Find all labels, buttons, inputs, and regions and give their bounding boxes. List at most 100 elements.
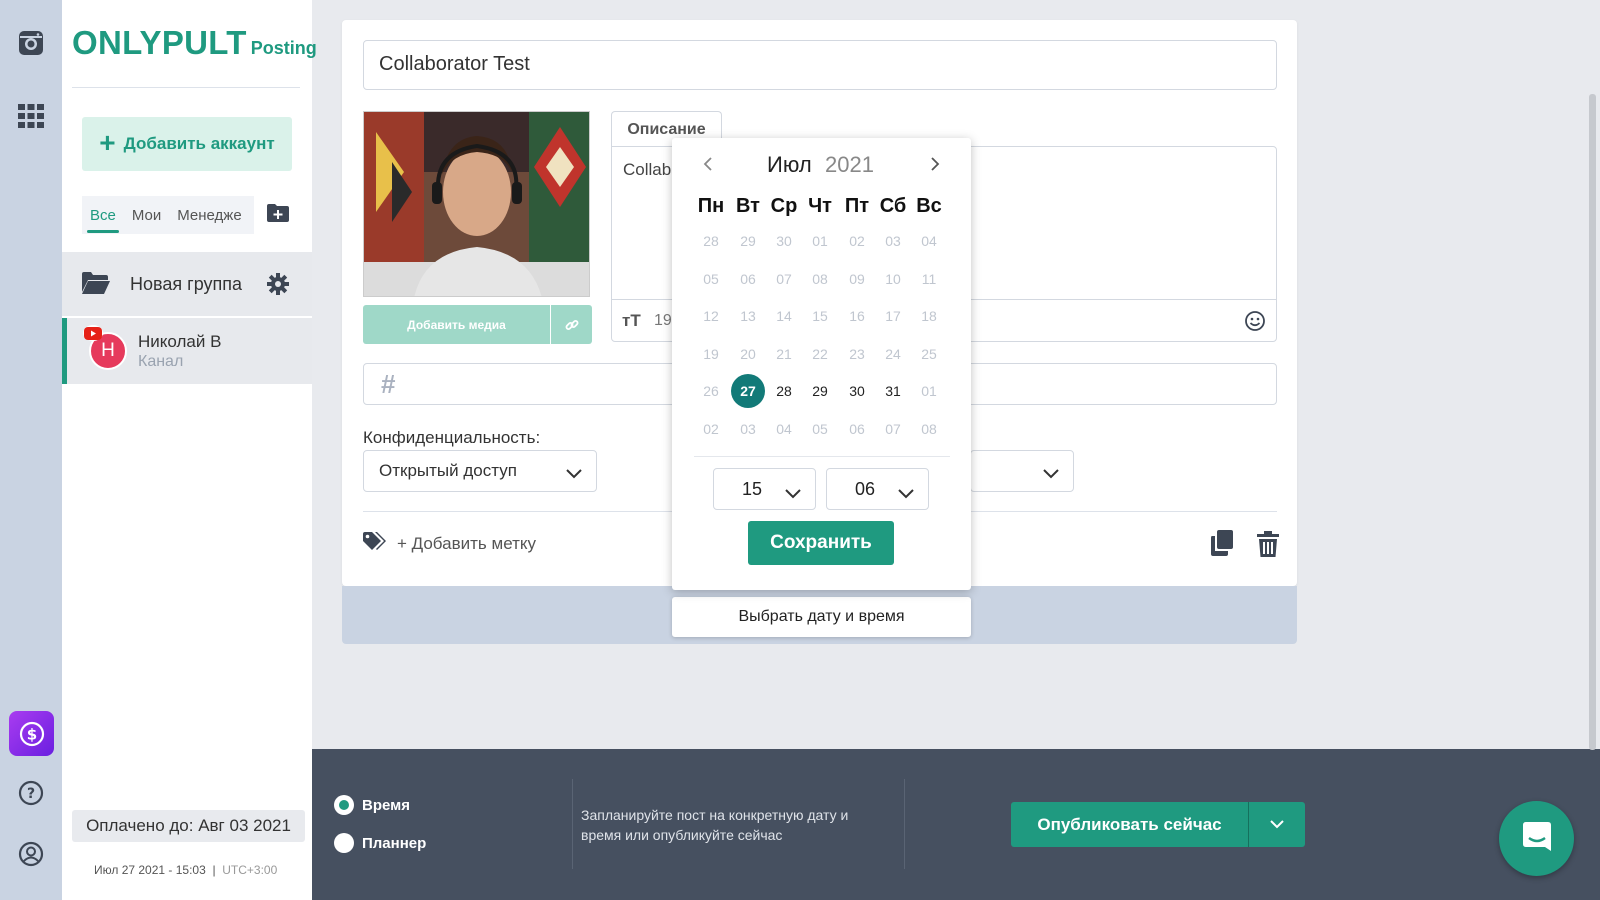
category-select[interactable] xyxy=(970,450,1074,492)
add-tag-link[interactable]: + Добавить метку xyxy=(397,534,536,554)
calendar-day: 08 xyxy=(921,420,937,437)
account-name: Николай В xyxy=(138,332,222,351)
divider xyxy=(904,779,905,869)
calendar-day: 03 xyxy=(885,233,901,249)
group-label: Новая группа xyxy=(130,274,243,294)
add-tag-row[interactable]: + Добавить метку xyxy=(363,531,536,557)
trash-icon[interactable] xyxy=(1257,531,1279,557)
tab-all[interactable]: Все xyxy=(87,207,119,233)
calendar-day: 10 xyxy=(885,270,901,287)
radio-dot xyxy=(334,795,354,815)
gear-icon[interactable] xyxy=(267,273,289,300)
current-datetime: Июл 27 2021 - 15:03 | UTC+3:00 xyxy=(94,863,278,877)
calendar-day-selected[interactable]: 27 xyxy=(731,374,765,408)
hashtag-symbol: # xyxy=(381,369,396,399)
folder-add-icon[interactable] xyxy=(267,204,289,222)
calendar-day: 29 xyxy=(740,233,756,249)
publish-button-group: Опубликовать сейчас xyxy=(1011,802,1305,847)
calendar-day: 04 xyxy=(921,233,937,249)
calendar-day: 03 xyxy=(740,420,756,437)
calendar-day: 05 xyxy=(812,420,828,437)
calendar-day[interactable]: 30 xyxy=(840,374,874,408)
calendar-year[interactable]: 2021 xyxy=(825,152,874,178)
help-icon[interactable]: ? xyxy=(15,777,47,809)
paid-until: Оплачено до: Авг 03 2021 xyxy=(72,810,305,842)
privacy-value: Открытый доступ xyxy=(379,461,517,480)
folder-icon xyxy=(82,272,110,299)
add-media-button[interactable]: Добавить медиа xyxy=(363,305,551,344)
scrollbar[interactable] xyxy=(1589,94,1596,750)
char-count: 19 xyxy=(654,312,672,329)
calendar-day: 23 xyxy=(849,345,865,362)
account-row[interactable]: Н Николай В Канал xyxy=(62,318,312,384)
minute-select[interactable]: 06 xyxy=(826,468,929,510)
calendar-day[interactable]: 28 xyxy=(767,374,801,408)
calendar-day: 24 xyxy=(885,345,901,362)
calendar-day: 05 xyxy=(703,270,719,287)
video-thumbnail[interactable] xyxy=(363,111,590,297)
tab-managers[interactable]: Менедже xyxy=(177,207,241,224)
copy-icon[interactable] xyxy=(1210,530,1234,556)
chevron-down-icon xyxy=(566,464,582,484)
chevron-left-icon[interactable] xyxy=(700,156,716,172)
publish-now-button[interactable]: Опубликовать сейчас xyxy=(1011,802,1249,847)
svg-text:?: ? xyxy=(27,786,35,802)
calendar-day: 20 xyxy=(740,345,756,362)
chevron-down-icon xyxy=(1043,464,1059,484)
svg-text:$: $ xyxy=(26,725,36,743)
choose-datetime-button[interactable]: Выбрать дату и время xyxy=(672,597,971,637)
link-icon[interactable] xyxy=(551,305,592,344)
calendar-day: 25 xyxy=(921,345,937,362)
calendar-day: 06 xyxy=(849,420,865,437)
calendar-day: 18 xyxy=(921,308,937,324)
title-input[interactable]: Collaborator Test xyxy=(363,40,1277,90)
profile-icon[interactable] xyxy=(15,838,47,870)
calendar-day: 12 xyxy=(703,308,719,324)
account-type: Канал xyxy=(138,353,184,370)
sidebar: ONLYPULT Posting + Добавить аккаунт Все … xyxy=(62,0,317,900)
dollar-icon[interactable]: $ xyxy=(9,711,54,756)
calendar-day: 04 xyxy=(776,420,792,437)
tab-mine[interactable]: Мои xyxy=(132,207,161,224)
calendar-day: 17 xyxy=(885,308,901,324)
description-text: Collab xyxy=(623,160,672,179)
add-account-button[interactable]: + Добавить аккаунт xyxy=(82,117,292,171)
weekday-header: Вт xyxy=(736,195,760,217)
date-picker: Июл 2021 Пн Вт Ср Чт Пт Сб Вс 28 29 30 01 02 03 04 05… xyxy=(672,138,971,590)
divider xyxy=(572,779,573,869)
apps-grid-icon[interactable] xyxy=(15,100,47,132)
calendar-day: 01 xyxy=(812,233,828,249)
instagram-icon[interactable] xyxy=(15,27,47,59)
radio-planner[interactable]: Планнер xyxy=(334,833,426,853)
privacy-select[interactable]: Открытый доступ xyxy=(363,450,597,492)
group-row[interactable]: Новая группа xyxy=(62,252,312,316)
calendar-day: 07 xyxy=(885,420,901,437)
logo[interactable]: ONLYPULT Posting xyxy=(72,24,317,62)
smile-icon[interactable] xyxy=(1244,310,1266,332)
calendar-day: 08 xyxy=(812,270,828,287)
youtube-icon xyxy=(83,325,103,341)
text-size-icon[interactable]: тT xyxy=(622,311,641,331)
calendar-month: Июл xyxy=(767,152,812,177)
hour-select[interactable]: 15 xyxy=(713,468,816,510)
divider xyxy=(694,456,950,457)
calendar-day: 14 xyxy=(776,308,792,324)
chevron-right-icon[interactable] xyxy=(927,156,943,172)
radio-time-label: Время xyxy=(362,796,410,814)
weekday-header: Вс xyxy=(916,195,942,217)
icon-rail: $ ? xyxy=(0,0,62,900)
calendar-day: 21 xyxy=(776,345,792,362)
account-filter-tabs: Все Мои Менедже xyxy=(82,196,254,234)
chat-icon[interactable] xyxy=(1499,801,1574,876)
weekday-header: Чт xyxy=(808,195,832,217)
weekday-header: Сб xyxy=(879,195,907,217)
tag-icon xyxy=(363,531,387,557)
divider xyxy=(72,87,300,88)
calendar-day: 01 xyxy=(921,383,937,399)
save-button[interactable]: Сохранить xyxy=(748,521,894,565)
radio-time[interactable]: Время xyxy=(334,795,410,815)
calendar-day[interactable]: 29 xyxy=(803,374,837,408)
chevron-down-icon[interactable] xyxy=(1249,802,1305,847)
calendar-day[interactable]: 31 xyxy=(876,374,910,408)
radio-planner-label: Планнер xyxy=(362,834,427,852)
